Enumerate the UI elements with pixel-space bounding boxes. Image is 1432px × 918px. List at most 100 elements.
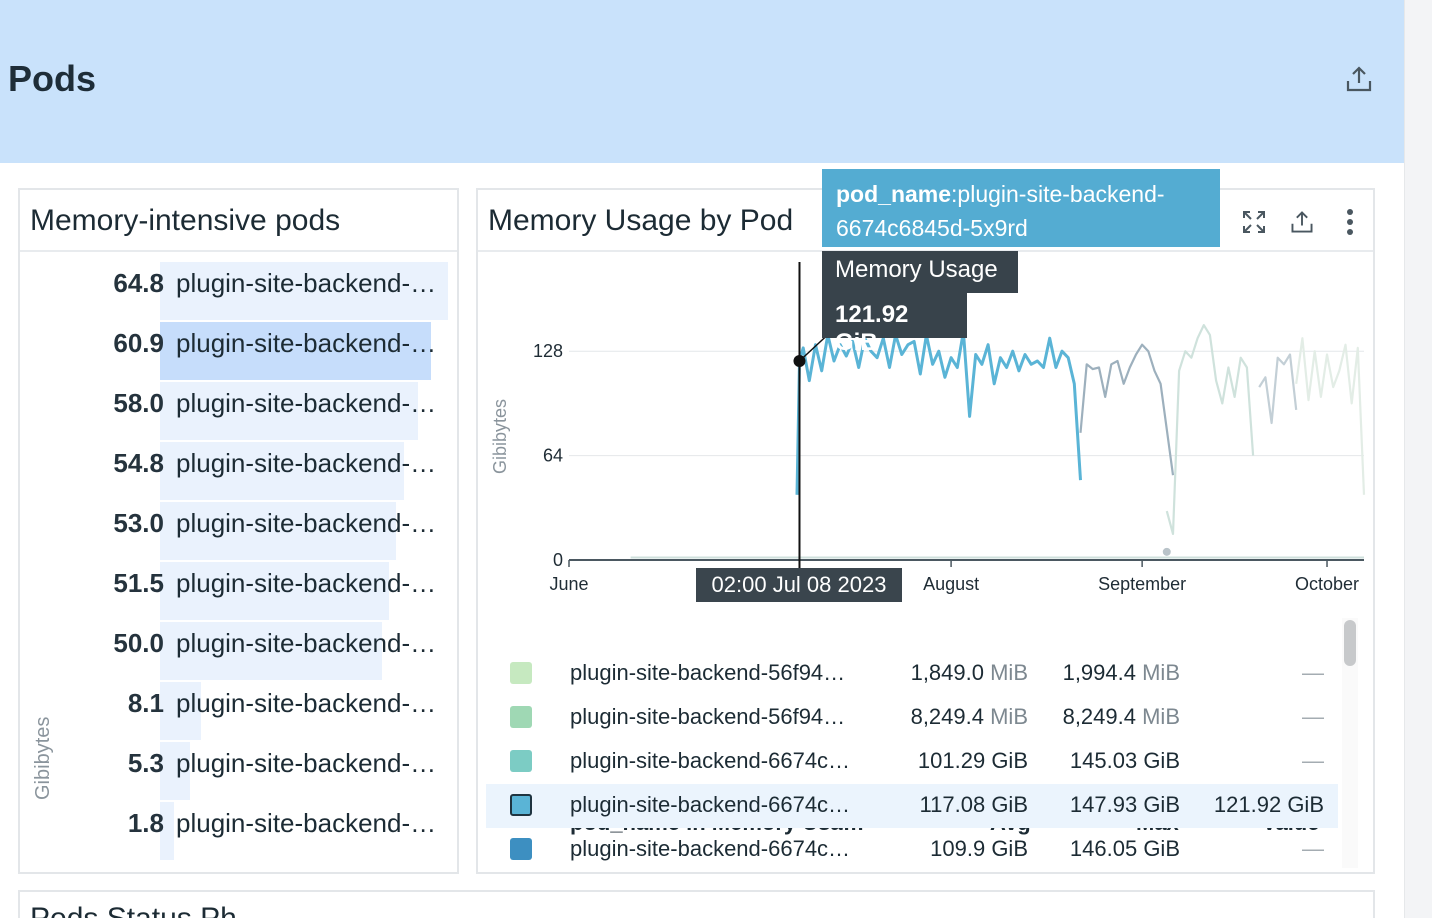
group-title: Pods xyxy=(8,58,97,99)
legend-max-number: 8,249.4 xyxy=(1062,704,1136,729)
legend-max: 8,249.4 MiB xyxy=(1063,704,1180,730)
point-marker xyxy=(1162,547,1171,556)
legend-scrollbar-thumb[interactable] xyxy=(1344,620,1356,666)
toplist-label: plugin-site-backend-… xyxy=(176,688,437,718)
legend-pod-name: plugin-site-backend-56f94… xyxy=(570,704,846,729)
legend-row[interactable]: plugin-site-backend-56f94… 8,249.4 MiB 8,2… xyxy=(486,696,1338,740)
toplist-label: plugin-site-backend-… xyxy=(176,268,437,298)
toplist-row[interactable]: 58.0 plugin-site-backend-… xyxy=(20,376,457,440)
legend-color-swatch[interactable] xyxy=(510,662,532,684)
x-tick-label: June xyxy=(549,574,588,594)
toplist-label: plugin-site-backend-… xyxy=(176,748,437,778)
legend-pod-name: plugin-site-backend-6674c… xyxy=(570,748,851,773)
y-axis-label: Gibibytes xyxy=(490,399,510,474)
toplist-row[interactable]: 64.8 plugin-site-backend-… xyxy=(20,256,457,320)
legend-row[interactable]: plugin-site-backend-6674c… 117.08 GiB 147.… xyxy=(486,784,1338,828)
toplist-divider xyxy=(20,250,457,252)
x-tick-label: October xyxy=(1295,574,1359,594)
legend-max-unit: MiB xyxy=(1142,660,1180,685)
more-options-button[interactable] xyxy=(1332,204,1368,240)
legend-avg-number: 1,849.0 xyxy=(910,660,984,685)
toplist-label: plugin-site-backend-… xyxy=(176,808,437,838)
toplist-row[interactable]: 1.8 plugin-site-backend-… xyxy=(20,796,457,860)
next-widget-title: Pods Status Ph xyxy=(30,902,237,918)
toplist-row[interactable]: 51.5 plugin-site-backend-… xyxy=(20,556,457,620)
toplist-value: 5.3 xyxy=(127,748,164,778)
page-scrollbar[interactable] xyxy=(1404,0,1432,918)
y-tick-label: 64 xyxy=(543,446,563,466)
legend-row[interactable]: plugin-site-backend-56f94… 1,849.0 MiB 1,9… xyxy=(486,652,1338,696)
legend-avg: 101.29 GiB xyxy=(918,748,1028,774)
legend-value: — xyxy=(1302,660,1324,685)
legend-avg-number: 101.29 xyxy=(917,748,986,773)
toplist-row[interactable]: 8.1 plugin-site-backend-… xyxy=(20,676,457,740)
group-export-button[interactable] xyxy=(1340,60,1378,98)
legend-max-unit: GiB xyxy=(1143,748,1180,773)
toplist-value: 60.9 xyxy=(113,328,164,358)
legend-avg-unit: MiB xyxy=(990,704,1028,729)
legend-avg-unit: GiB xyxy=(991,748,1028,773)
toplist-label: plugin-site-backend-… xyxy=(176,508,437,538)
legend-scrollbar-track[interactable] xyxy=(1342,618,1358,868)
legend-color-swatch[interactable] xyxy=(510,706,532,728)
legend-pod-name: plugin-site-backend-56f94… xyxy=(570,660,846,685)
legend-value: 121.92 GiB xyxy=(1213,792,1324,817)
timeseries-title: Memory Usage by Pod xyxy=(488,204,794,237)
export-icon xyxy=(1346,66,1372,92)
legend-max: 145.03 GiB xyxy=(1070,748,1180,774)
toplist-value: 54.8 xyxy=(113,448,164,478)
toplist-row[interactable]: 5.3 plugin-site-backend-… xyxy=(20,736,457,800)
toplist-value: 58.0 xyxy=(113,388,164,418)
legend-avg-unit: GiB xyxy=(991,836,1028,861)
legend-avg: 117.08 GiB xyxy=(920,792,1028,818)
legend-max: 146.05 GiB xyxy=(1070,836,1180,862)
tooltip-metric-name: Memory Usage xyxy=(835,256,998,283)
series-line xyxy=(1295,337,1366,495)
legend-max-unit: GiB xyxy=(1143,792,1180,817)
legend-pod-name: plugin-site-backend-6674c… xyxy=(570,836,851,861)
legend-value: — xyxy=(1302,748,1324,773)
tooltip-metric: Memory Usage xyxy=(822,251,1018,293)
legend-avg: 1,849.0 MiB xyxy=(911,660,1028,686)
toplist-row[interactable]: 50.0 plugin-site-backend-… xyxy=(20,616,457,680)
legend-avg-number: 117.08 xyxy=(919,792,986,817)
group-header: Pods xyxy=(0,0,1404,163)
toplist-value: 50.0 xyxy=(113,628,164,658)
toplist-title: Memory-intensive pods xyxy=(30,204,341,237)
toplist-value: 64.8 xyxy=(113,268,164,298)
legend-row[interactable]: plugin-site-backend-6674c… 101.29 GiB 145.… xyxy=(486,740,1338,784)
y-tick-label: 128 xyxy=(533,341,563,361)
toplist-widget: Memory-intensive pods 64.8 plugin-site-ba… xyxy=(18,188,459,874)
fullscreen-icon xyxy=(1243,211,1265,233)
widget-export-button[interactable] xyxy=(1284,204,1320,240)
more-vertical-icon xyxy=(1347,209,1353,235)
legend-avg-unit: GiB xyxy=(991,792,1028,817)
legend-max-unit: MiB xyxy=(1142,704,1180,729)
tooltip-tag-key: pod_name xyxy=(836,181,952,207)
next-widget: Pods Status Ph xyxy=(18,890,1375,918)
toplist-label: plugin-site-backend-… xyxy=(176,448,437,478)
legend-color-swatch[interactable] xyxy=(510,750,532,772)
fullscreen-button[interactable] xyxy=(1236,204,1272,240)
toplist-y-axis-label: Gibibytes xyxy=(32,716,54,800)
toplist-label: plugin-site-backend-… xyxy=(176,628,437,658)
export-icon xyxy=(1291,211,1313,233)
x-tick-label: September xyxy=(1098,574,1186,594)
legend-avg-number: 109.9 xyxy=(930,836,986,861)
toplist-value: 51.5 xyxy=(113,568,164,598)
hover-marker xyxy=(793,354,806,367)
legend-color-swatch[interactable] xyxy=(510,794,532,816)
legend-color-swatch[interactable] xyxy=(510,838,532,860)
legend-row[interactable]: plugin-site-backend-6674c… 109.9 GiB 146.0… xyxy=(486,828,1338,872)
toplist-row[interactable]: 53.0 plugin-site-backend-… xyxy=(20,496,457,560)
legend-value: — xyxy=(1302,836,1324,861)
legend-avg-number: 8,249.4 xyxy=(910,704,984,729)
toplist-row[interactable]: 60.9 plugin-site-backend-… xyxy=(20,316,457,380)
toplist-label: plugin-site-backend-… xyxy=(176,328,437,358)
toplist-value: 8.1 xyxy=(127,688,164,718)
series-line xyxy=(1165,323,1255,535)
tooltip-pod-name: pod_name:plugin-site-backend-6674c6845d-… xyxy=(822,169,1220,247)
legend-max: 147.93 GiB xyxy=(1070,792,1180,818)
toplist-row[interactable]: 54.8 plugin-site-backend-… xyxy=(20,436,457,500)
legend-max-number: 1,994.4 xyxy=(1062,660,1136,685)
